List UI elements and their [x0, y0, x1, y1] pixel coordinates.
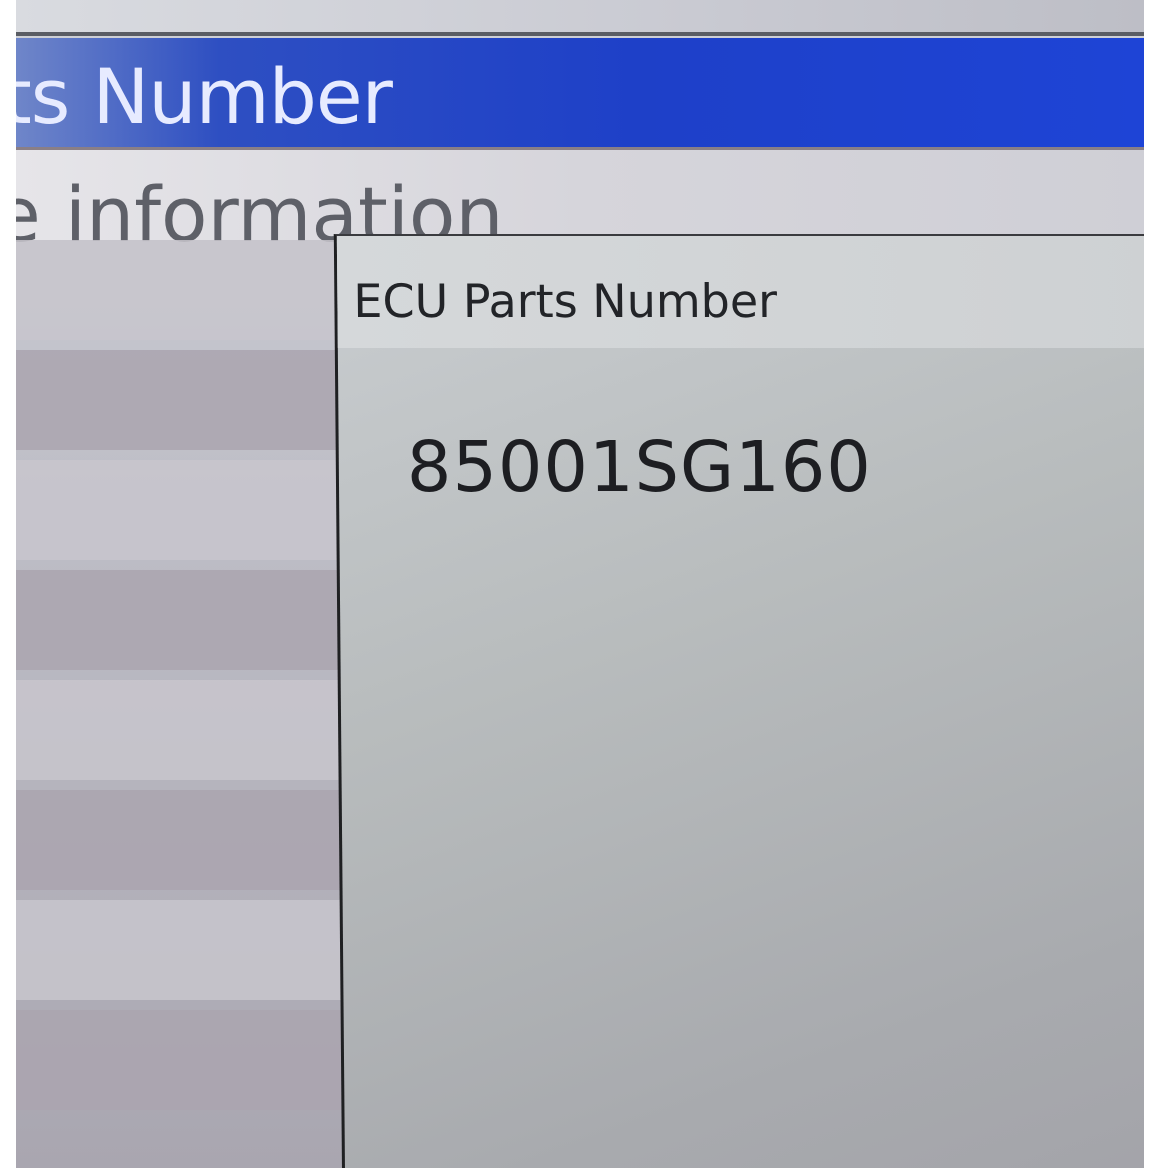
- list-item[interactable]: [16, 790, 346, 890]
- background-title-bar: ts Number: [16, 38, 1144, 150]
- dialog-title: ECU Parts Number: [353, 274, 778, 328]
- list-item[interactable]: [16, 240, 346, 340]
- list-item[interactable]: [16, 900, 346, 1000]
- background-list: [16, 240, 346, 1168]
- background-window-title: ts Number: [16, 52, 393, 141]
- list-item[interactable]: [16, 680, 346, 780]
- list-item[interactable]: [16, 570, 346, 670]
- background-section-header: e information: [16, 150, 1144, 259]
- list-item[interactable]: [16, 460, 346, 560]
- list-item[interactable]: [16, 1010, 346, 1110]
- dialog-header: ECU Parts Number: [336, 236, 1144, 348]
- ecu-parts-number-dialog: ECU Parts Number 85001SG160: [333, 234, 1144, 1168]
- screen-photo: ts Number e information ECU Parts Number…: [16, 0, 1144, 1168]
- ecu-part-number-value: 85001SG160: [406, 426, 873, 508]
- list-item[interactable]: [16, 350, 346, 450]
- window-top-strip: [16, 0, 1144, 36]
